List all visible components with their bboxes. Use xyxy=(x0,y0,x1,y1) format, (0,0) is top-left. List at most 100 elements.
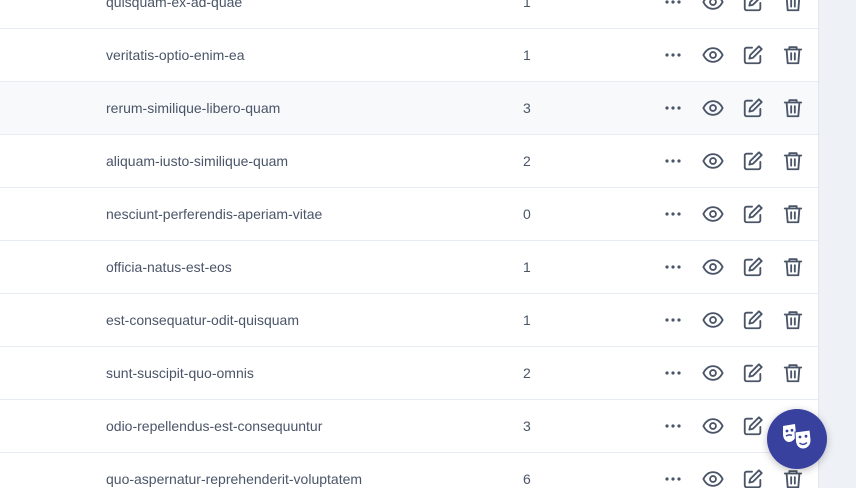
view-button[interactable] xyxy=(701,0,725,14)
view-button[interactable] xyxy=(701,43,725,67)
row-count: 3 xyxy=(523,100,531,116)
edit-icon xyxy=(742,256,764,278)
edit-button[interactable] xyxy=(741,0,765,14)
table-row: quo-aspernatur-reprehenderit-voluptatem 6 xyxy=(0,453,818,488)
row-actions xyxy=(661,202,805,226)
edit-button[interactable] xyxy=(741,467,765,488)
eye-icon xyxy=(702,203,724,225)
delete-button[interactable] xyxy=(781,0,805,14)
view-button[interactable] xyxy=(701,467,725,488)
delete-button[interactable] xyxy=(781,467,805,488)
edit-button[interactable] xyxy=(741,361,765,385)
table-row: nesciunt-perferendis-aperiam-vitae 0 xyxy=(0,188,818,241)
edit-icon xyxy=(742,468,764,488)
edit-icon xyxy=(742,203,764,225)
more-horizontal-icon xyxy=(663,257,683,277)
trash-icon xyxy=(782,468,804,488)
edit-button[interactable] xyxy=(741,414,765,438)
row-count: 3 xyxy=(523,418,531,434)
more-horizontal-icon xyxy=(663,98,683,118)
more-options-button[interactable] xyxy=(661,149,685,173)
more-options-button[interactable] xyxy=(661,361,685,385)
row-count: 1 xyxy=(523,47,531,63)
edit-icon xyxy=(742,309,764,331)
edit-button[interactable] xyxy=(741,96,765,120)
table-row: officia-natus-est-eos 1 xyxy=(0,241,818,294)
row-slug: veritatis-optio-enim-ea xyxy=(106,47,245,63)
row-actions xyxy=(661,308,805,332)
trash-icon xyxy=(782,203,804,225)
more-options-button[interactable] xyxy=(661,414,685,438)
eye-icon xyxy=(702,362,724,384)
eye-icon xyxy=(702,44,724,66)
edit-button[interactable] xyxy=(741,308,765,332)
row-actions xyxy=(661,96,805,120)
edit-button[interactable] xyxy=(741,43,765,67)
more-options-button[interactable] xyxy=(661,255,685,279)
row-count: 2 xyxy=(523,153,531,169)
view-button[interactable] xyxy=(701,149,725,173)
delete-button[interactable] xyxy=(781,43,805,67)
more-horizontal-icon xyxy=(663,45,683,65)
view-button[interactable] xyxy=(701,202,725,226)
table-row: veritatis-optio-enim-ea 1 xyxy=(0,29,818,82)
row-count: 2 xyxy=(523,365,531,381)
edit-icon xyxy=(742,0,764,13)
theater-masks-button[interactable] xyxy=(767,409,827,469)
trash-icon xyxy=(782,44,804,66)
table-row: aliquam-iusto-similique-quam 2 xyxy=(0,135,818,188)
row-actions xyxy=(661,0,805,14)
table-row: est-consequatur-odit-quisquam 1 xyxy=(0,294,818,347)
table-panel: quisquam-ex-ad-quae 1 veritatis-optio-enim… xyxy=(0,0,819,488)
row-slug: rerum-similique-libero-quam xyxy=(106,100,281,116)
view-button[interactable] xyxy=(701,96,725,120)
more-options-button[interactable] xyxy=(661,202,685,226)
more-horizontal-icon xyxy=(663,0,683,12)
more-options-button[interactable] xyxy=(661,96,685,120)
eye-icon xyxy=(702,97,724,119)
table-row: rerum-similique-libero-quam 3 xyxy=(0,82,818,135)
row-actions xyxy=(661,361,805,385)
more-options-button[interactable] xyxy=(661,308,685,332)
view-button[interactable] xyxy=(701,361,725,385)
view-button[interactable] xyxy=(701,414,725,438)
eye-icon xyxy=(702,256,724,278)
eye-icon xyxy=(702,0,724,13)
row-count: 0 xyxy=(523,206,531,222)
row-count: 1 xyxy=(523,312,531,328)
table-body: quisquam-ex-ad-quae 1 veritatis-optio-enim… xyxy=(0,0,818,488)
edit-icon xyxy=(742,415,764,437)
view-button[interactable] xyxy=(701,308,725,332)
delete-button[interactable] xyxy=(781,308,805,332)
more-horizontal-icon xyxy=(663,151,683,171)
edit-button[interactable] xyxy=(741,149,765,173)
delete-button[interactable] xyxy=(781,361,805,385)
eye-icon xyxy=(702,468,724,488)
edit-icon xyxy=(742,150,764,172)
table-row: odio-repellendus-est-consequuntur 3 xyxy=(0,400,818,453)
delete-button[interactable] xyxy=(781,96,805,120)
view-button[interactable] xyxy=(701,255,725,279)
more-horizontal-icon xyxy=(663,416,683,436)
trash-icon xyxy=(782,0,804,13)
row-slug: nesciunt-perferendis-aperiam-vitae xyxy=(106,206,323,222)
trash-icon xyxy=(782,97,804,119)
more-options-button[interactable] xyxy=(661,0,685,14)
trash-icon xyxy=(782,150,804,172)
eye-icon xyxy=(702,150,724,172)
row-actions xyxy=(661,467,805,488)
edit-button[interactable] xyxy=(741,202,765,226)
delete-button[interactable] xyxy=(781,202,805,226)
table-row: quisquam-ex-ad-quae 1 xyxy=(0,0,818,29)
trash-icon xyxy=(782,362,804,384)
row-slug: odio-repellendus-est-consequuntur xyxy=(106,418,323,434)
delete-button[interactable] xyxy=(781,149,805,173)
row-actions xyxy=(661,43,805,67)
edit-button[interactable] xyxy=(741,255,765,279)
row-slug: officia-natus-est-eos xyxy=(106,259,232,275)
more-horizontal-icon xyxy=(663,363,683,383)
more-options-button[interactable] xyxy=(661,467,685,488)
eye-icon xyxy=(702,415,724,437)
more-options-button[interactable] xyxy=(661,43,685,67)
delete-button[interactable] xyxy=(781,255,805,279)
